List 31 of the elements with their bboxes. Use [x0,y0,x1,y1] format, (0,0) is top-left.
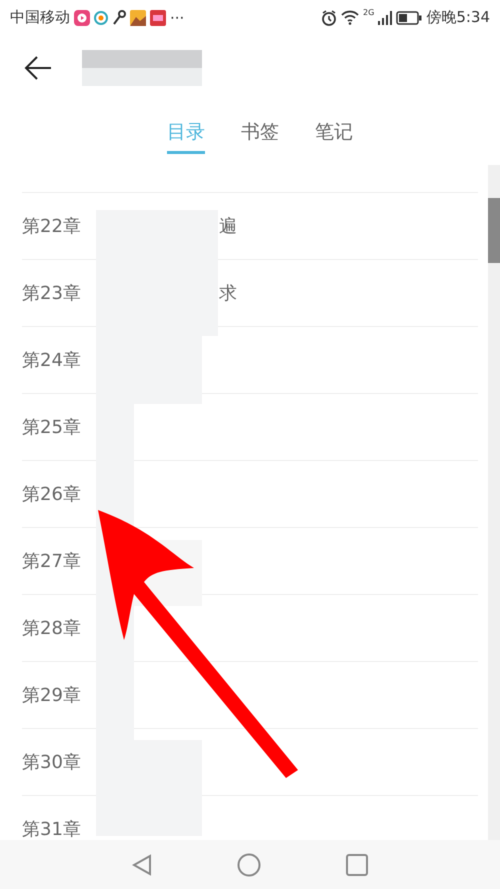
key-icon [112,10,126,26]
tab[interactable]: 笔记 [315,106,353,154]
chapter-title[interactable]: 第25章 [22,415,81,439]
chapter-title-end: 遍 [219,215,237,238]
chapter-title[interactable]: 第26章 [22,482,81,506]
alarm-icon [321,10,338,26]
home-icon[interactable] [236,852,261,876]
app-icon [150,10,166,26]
chapter-title[interactable]: 第27章 [22,549,81,573]
chapter-title[interactable]: 第24章 [22,348,81,372]
tab[interactable]: 书签 [241,106,279,154]
chapter-title[interactable]: 第28章 [22,616,81,640]
app-icon [130,10,146,26]
app-icon [94,10,108,24]
app-icon [74,10,90,26]
battery-icon [396,10,422,24]
chapter-title[interactable]: 第22章 [22,214,81,238]
more-notifications: ··· [170,8,184,26]
recents-icon[interactable] [346,854,368,876]
chapter-title-end: 求 [219,282,237,305]
chapter-title[interactable]: 第29章 [22,683,81,707]
chapter-title[interactable]: 第30章 [22,750,81,774]
chapter-title[interactable]: 第31章 [22,817,81,840]
carrier-name: 中国移动 [10,8,70,27]
wifi-icon [341,10,360,25]
back-icon[interactable] [24,56,52,80]
signal-icon [378,10,392,24]
scrollbar[interactable] [488,165,500,840]
chapter-title[interactable]: 第23章 [22,281,81,305]
network-type: 2G [363,8,374,17]
clock-time: 傍晚5:34 [426,8,490,27]
